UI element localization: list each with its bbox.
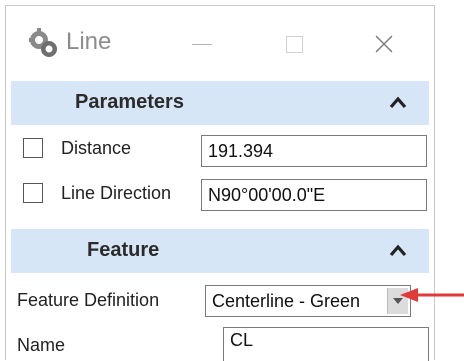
maximize-button[interactable] <box>274 24 314 64</box>
line-dialog: Line Parameters Distance 191.394 Line Di… <box>5 5 435 361</box>
window-title: Line <box>66 28 112 55</box>
close-button[interactable] <box>364 24 404 64</box>
name-field[interactable]: CL <box>223 327 429 361</box>
parameters-section-header[interactable]: Parameters <box>11 81 429 125</box>
chevron-up-icon[interactable] <box>389 95 407 109</box>
feature-definition-dropdown[interactable]: Centerline - Green <box>205 285 411 317</box>
line-direction-checkbox[interactable] <box>23 183 43 203</box>
feature-section-header[interactable]: Feature <box>11 229 429 273</box>
feature-definition-label: Feature Definition <box>17 290 160 310</box>
minimize-icon <box>192 43 212 45</box>
feature-title: Feature <box>87 239 160 261</box>
maximize-icon <box>285 35 303 53</box>
red-pointer-arrow <box>400 288 464 302</box>
minimize-button[interactable] <box>182 24 222 64</box>
feature-definition-value: Centerline - Green <box>212 291 361 311</box>
settings-gears-icon <box>29 28 57 57</box>
parameters-title: Parameters <box>75 91 184 113</box>
chevron-up-icon[interactable] <box>389 243 407 257</box>
line-direction-label: Line Direction <box>61 183 172 203</box>
close-icon <box>375 35 393 53</box>
title-bar[interactable]: Line <box>6 6 434 78</box>
distance-checkbox[interactable] <box>23 138 43 158</box>
parameters-section-body: Distance 191.394 Line Direction N90°00'0… <box>11 125 429 229</box>
distance-field[interactable]: 191.394 <box>201 135 427 167</box>
distance-label: Distance <box>61 138 132 158</box>
line-direction-field[interactable]: N90°00'00.0"E <box>201 179 427 211</box>
name-label: Name <box>17 335 66 355</box>
feature-section-body: Feature Definition Centerline - Green Na… <box>11 273 429 361</box>
